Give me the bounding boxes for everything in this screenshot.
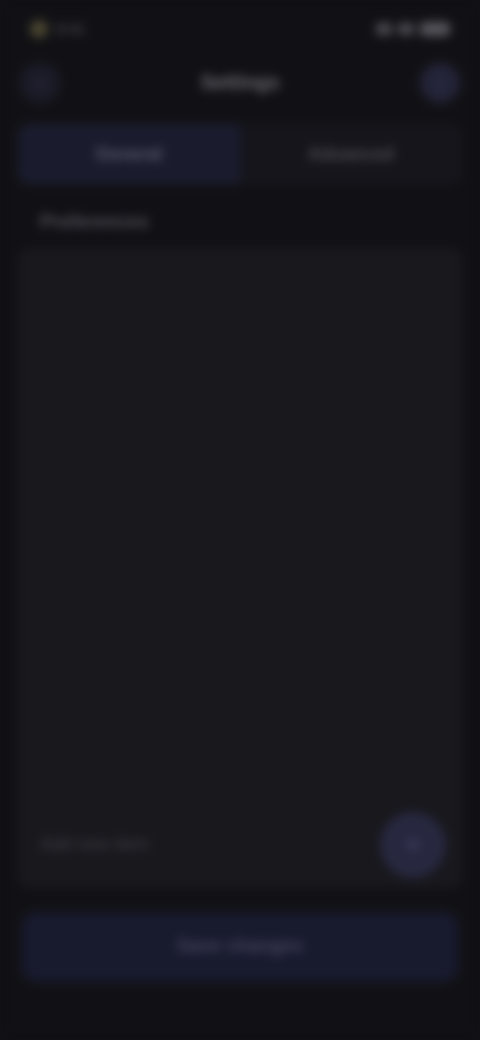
section-heading: Preferences xyxy=(40,212,149,233)
header: ‹ Settings ⋮ xyxy=(20,58,460,108)
content-panel xyxy=(18,248,462,888)
status-left: 9:41 xyxy=(30,20,85,38)
save-button[interactable]: Save changes xyxy=(22,912,458,982)
status-right xyxy=(376,22,450,36)
footer-label: Add new item xyxy=(40,834,150,854)
page-title: Settings xyxy=(200,71,280,94)
notification-dot-icon xyxy=(30,20,48,38)
back-arrow-icon: ‹ xyxy=(36,70,44,95)
tab-bar: General Advanced xyxy=(18,124,462,184)
status-bar: 9:41 xyxy=(30,16,450,42)
wifi-icon xyxy=(398,23,414,35)
battery-icon xyxy=(420,22,450,36)
back-button[interactable]: ‹ xyxy=(20,63,60,103)
signal-icon xyxy=(376,23,392,35)
plus-icon: + xyxy=(404,829,422,860)
tab-general[interactable]: General xyxy=(18,124,240,184)
app-screen: 9:41 ‹ Settings ⋮ General Advanced Prefe… xyxy=(0,0,480,1040)
add-button[interactable]: + xyxy=(380,812,446,878)
more-options-icon: ⋮ xyxy=(429,70,451,95)
tab-advanced[interactable]: Advanced xyxy=(240,124,462,184)
more-options-button[interactable]: ⋮ xyxy=(420,63,460,103)
status-time: 9:41 xyxy=(56,20,86,38)
